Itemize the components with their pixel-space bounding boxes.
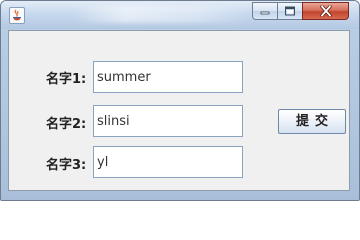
- close-icon: [319, 5, 332, 17]
- maximize-button[interactable]: [277, 2, 303, 20]
- minimize-icon: [260, 11, 270, 15]
- name2-label: 名字2:: [46, 117, 87, 132]
- name1-field[interactable]: [93, 61, 243, 93]
- minimize-button[interactable]: [252, 2, 278, 20]
- app-window: 名字1: 名字2: 名字3: 提交: [0, 0, 360, 201]
- java-coffee-icon[interactable]: [9, 7, 25, 24]
- glass-reflection: [71, 5, 251, 23]
- form-panel: 名字1: 名字2: 名字3: 提交: [8, 30, 350, 191]
- name3-field[interactable]: [93, 146, 243, 178]
- name3-label: 名字3:: [46, 158, 87, 173]
- close-button[interactable]: [302, 2, 349, 20]
- maximize-icon: [285, 6, 295, 16]
- name1-label: 名字1:: [46, 72, 87, 87]
- title-bar[interactable]: [1, 1, 359, 29]
- name2-field[interactable]: [93, 105, 243, 137]
- submit-button[interactable]: 提交: [278, 109, 346, 134]
